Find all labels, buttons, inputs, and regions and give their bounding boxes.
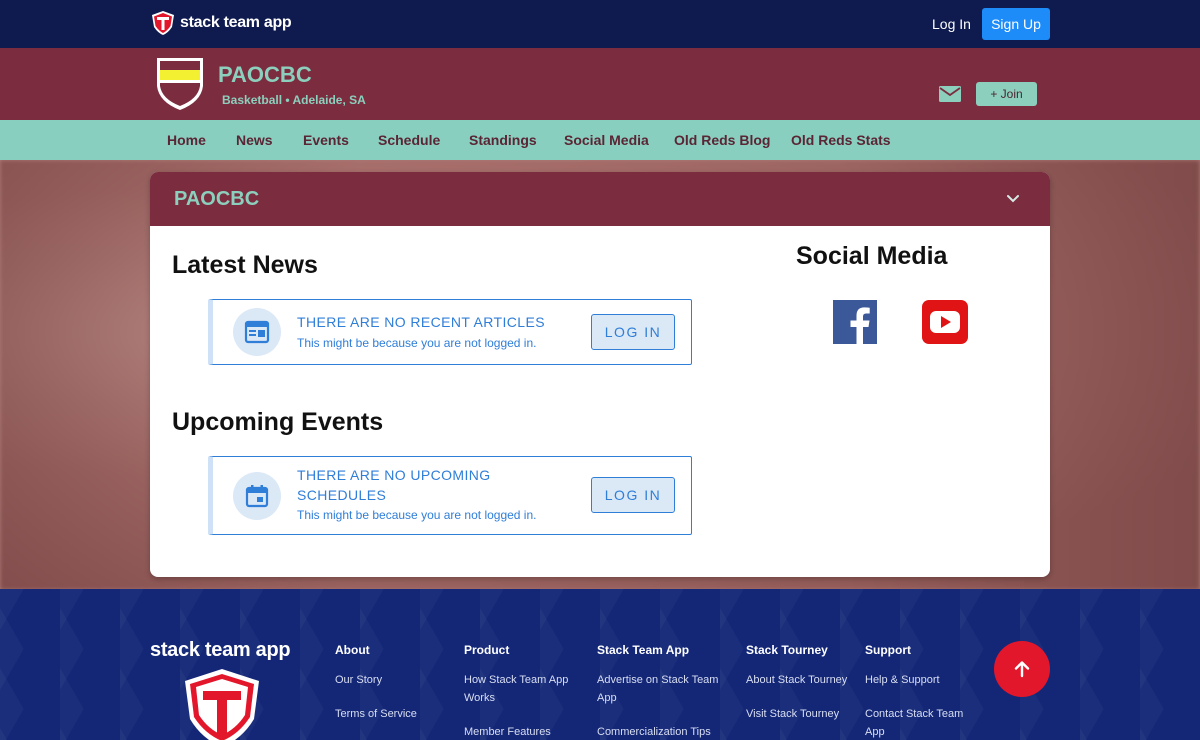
nav-news[interactable]: News — [236, 132, 273, 148]
brand-logo[interactable]: stack team app — [150, 10, 292, 36]
footer-link-our-story[interactable]: Our Story — [335, 671, 445, 689]
footer-link-visit-tourney[interactable]: Visit Stack Tourney — [746, 705, 862, 723]
footer-link-help[interactable]: Help & Support — [865, 671, 981, 689]
team-card: PAOCBC Latest News THERE ARE NO RECENT A… — [150, 172, 1050, 577]
facebook-icon[interactable] — [833, 300, 877, 344]
footer-brand[interactable]: stack team app — [150, 639, 291, 662]
footer-col-stack-team-app-head: Stack Team App — [597, 643, 690, 657]
footer-col-support-head: Support — [865, 643, 911, 657]
nav-old-reds-blog[interactable]: Old Reds Blog — [674, 132, 770, 148]
news-empty-title: THERE ARE NO RECENT ARTICLES — [297, 314, 545, 330]
join-button[interactable]: + Join — [976, 82, 1037, 106]
arrow-up-icon — [1014, 661, 1030, 678]
team-subtitle: Basketball • Adelaide, SA — [222, 93, 366, 107]
events-empty-title: THERE ARE NO UPCOMING SCHEDULES — [297, 467, 491, 503]
news-login-button[interactable]: LOG IN — [591, 314, 675, 350]
social-media-heading: Social Media — [796, 242, 948, 270]
latest-news-heading: Latest News — [172, 251, 318, 279]
footer-link-member-features[interactable]: Member Features — [464, 723, 580, 740]
news-empty-state: THERE ARE NO RECENT ARTICLES This might … — [208, 299, 692, 365]
news-icon-wrap — [233, 308, 281, 356]
team-crest-icon — [157, 58, 203, 110]
nav-standings[interactable]: Standings — [469, 132, 537, 148]
footer-link-about-tourney[interactable]: About Stack Tourney — [746, 671, 862, 689]
events-icon-wrap — [233, 472, 281, 520]
footer-col-about-head: About — [335, 643, 370, 657]
signup-button[interactable]: Sign Up — [982, 8, 1050, 40]
top-bar: stack team app Log In Sign Up — [0, 0, 1200, 48]
stack-shield-icon — [152, 11, 174, 35]
footer-link-terms[interactable]: Terms of Service — [335, 705, 445, 723]
footer-link-contact[interactable]: Contact Stack Team App — [865, 705, 981, 740]
footer-col-stack-tourney-head: Stack Tourney — [746, 643, 828, 657]
nav-social-media[interactable]: Social Media — [564, 132, 649, 148]
footer-col-product-head: Product — [464, 643, 510, 657]
news-empty-subtitle: This might be because you are not logged… — [297, 336, 537, 350]
footer-link-commercialization[interactable]: Commercialization Tips — [597, 723, 733, 740]
footer-link-advertise[interactable]: Advertise on Stack Team App — [597, 671, 733, 707]
team-nav: Home News Events Schedule Standings Soci… — [0, 120, 1200, 160]
nav-schedule[interactable]: Schedule — [378, 132, 440, 148]
scroll-to-top-button[interactable] — [994, 641, 1050, 697]
card-title: PAOCBC — [174, 188, 260, 210]
chevron-down-icon[interactable] — [1005, 191, 1021, 207]
team-header: PAOCBC Basketball • Adelaide, SA + Join — [0, 48, 1200, 120]
footer-link-how-it-works[interactable]: How Stack Team App Works — [464, 671, 580, 707]
youtube-icon[interactable] — [922, 300, 968, 344]
login-link[interactable]: Log In — [932, 16, 971, 32]
stack-shield-icon — [185, 669, 259, 740]
events-login-button[interactable]: LOG IN — [591, 477, 675, 513]
events-empty-state: THERE ARE NO UPCOMING SCHEDULES This mig… — [208, 456, 692, 535]
nav-events[interactable]: Events — [303, 132, 349, 148]
team-name: PAOCBC — [218, 62, 312, 87]
news-icon — [244, 320, 270, 344]
upcoming-events-heading: Upcoming Events — [172, 408, 384, 436]
site-footer: stack team app About Our Story Terms of … — [0, 589, 1200, 740]
mail-icon[interactable] — [939, 86, 961, 102]
calendar-icon — [245, 485, 269, 508]
events-empty-subtitle: This might be because you are not logged… — [297, 508, 537, 522]
nav-old-reds-stats[interactable]: Old Reds Stats — [791, 132, 891, 148]
nav-home[interactable]: Home — [167, 132, 206, 148]
brand-text: stack team app — [180, 14, 292, 31]
card-header[interactable]: PAOCBC — [150, 172, 1050, 226]
